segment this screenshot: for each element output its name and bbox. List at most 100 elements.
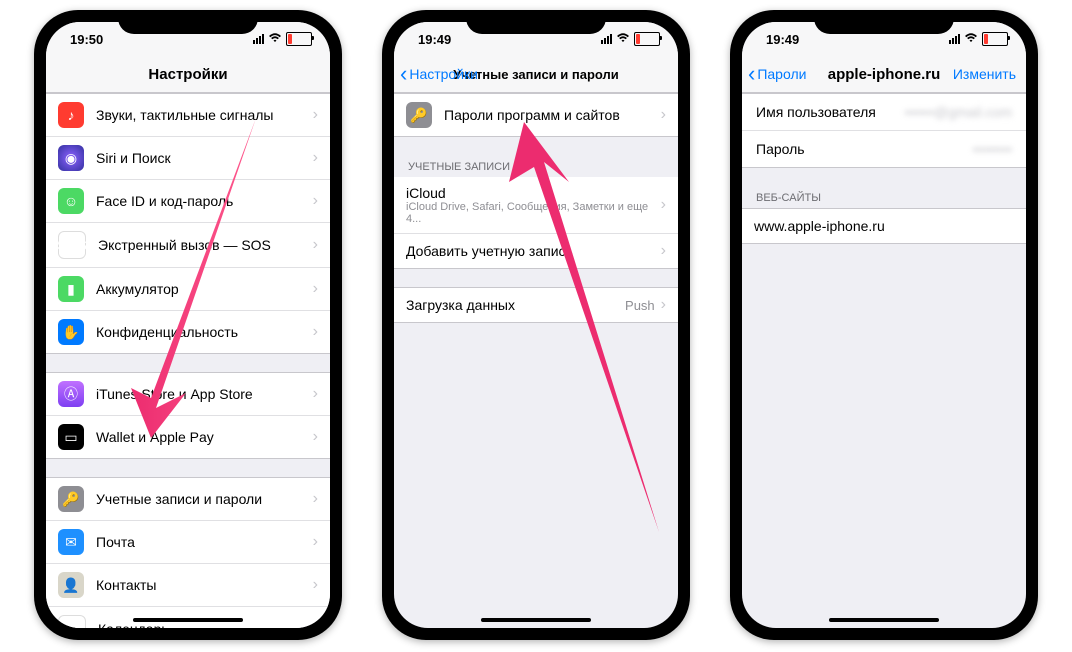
page-title: apple-iphone.ru — [828, 66, 941, 83]
wifi-icon — [964, 32, 978, 46]
settings-row[interactable]: ▮ Аккумулятор › — [46, 267, 330, 310]
row-label: Добавить учетную запись — [406, 243, 655, 259]
row-label: Почта — [96, 534, 307, 550]
row-website[interactable]: www.apple-iphone.ru — [742, 208, 1026, 244]
row-password[interactable]: Пароль •••••••• — [742, 130, 1026, 168]
chevron-right-icon: › — [313, 428, 318, 446]
settings-row[interactable]: ▭Wallet и Apple Pay› — [46, 415, 330, 459]
status-indicators — [949, 32, 1008, 46]
row-label: Wallet и Apple Pay — [96, 429, 307, 445]
row-label: Face ID и код-пароль — [96, 193, 307, 209]
status-indicators — [601, 32, 660, 46]
nav-bar: ‹ Настройки Учетные записи и пароли — [394, 56, 678, 93]
contacts-icon: 👤 — [58, 572, 84, 598]
nav-bar: Настройки — [46, 56, 330, 93]
home-indicator[interactable] — [133, 618, 243, 622]
row-detail: Push — [625, 298, 655, 313]
battery-icon — [982, 32, 1008, 46]
notch — [466, 10, 606, 34]
home-indicator[interactable] — [829, 618, 939, 622]
chevron-right-icon: › — [313, 280, 318, 298]
chevron-right-icon: › — [313, 192, 318, 210]
row-add-account[interactable]: Добавить учетную запись › — [394, 233, 678, 269]
status-time: 19:50 — [70, 32, 103, 47]
content: 🔑 Пароли программ и сайтов › УЧЕТНЫЕ ЗАП… — [394, 93, 678, 628]
chevron-right-icon: › — [313, 533, 318, 551]
row-label: Календарь — [98, 621, 307, 628]
chevron-right-icon: › — [661, 106, 666, 124]
notch — [814, 10, 954, 34]
row-label: Загрузка данных — [406, 297, 625, 313]
chevron-right-icon: › — [313, 106, 318, 124]
settings-list[interactable]: ♪Звуки, тактильные сигналы›◉Siri и Поиск… — [46, 93, 330, 628]
page-title: Настройки — [148, 66, 227, 83]
chevron-right-icon: › — [661, 242, 666, 260]
field-value: •••••••• — [813, 141, 1012, 157]
phone-password-detail: 19:49 ‹ Пароли apple-iphone.ru Изменить … — [730, 10, 1038, 640]
section-header-accounts: УЧЕТНЫЕ ЗАПИСИ — [394, 155, 678, 177]
phone-accounts: 19:49 ‹ Настройки Учетные записи и парол… — [382, 10, 690, 640]
back-label: Пароли — [757, 66, 806, 82]
chevron-right-icon: › — [313, 149, 318, 167]
chevron-right-icon: › — [313, 490, 318, 508]
row-app-site-passwords[interactable]: 🔑 Пароли программ и сайтов › — [394, 93, 678, 137]
green-icon: ☺ — [58, 188, 84, 214]
phone-settings: 19:50 Настройки ♪Звуки, тактильные сигна… — [34, 10, 342, 640]
chevron-right-icon: › — [313, 323, 318, 341]
row-label: Аккумулятор — [96, 281, 307, 297]
key-icon: 🔑 — [406, 102, 432, 128]
mail-icon: ✉ — [58, 529, 84, 555]
notch — [118, 10, 258, 34]
row-username[interactable]: Имя пользователя ••••••@gmail.com — [742, 93, 1026, 130]
settings-row[interactable]: 👤Контакты› — [46, 563, 330, 606]
cal-icon: 31 — [58, 615, 86, 628]
wifi-icon — [268, 32, 282, 46]
settings-row[interactable]: ✋Конфиденциальность› — [46, 310, 330, 354]
field-label: Пароль — [756, 141, 805, 157]
row-label: iCloud — [406, 185, 655, 201]
wifi-icon — [616, 32, 630, 46]
chevron-left-icon: ‹ — [748, 63, 755, 85]
battery-icon — [286, 32, 312, 46]
cellular-icon — [253, 34, 264, 44]
screen: 19:50 Настройки ♪Звуки, тактильные сигна… — [46, 22, 330, 628]
hand-icon: ✋ — [58, 319, 84, 345]
siri-icon: ◉ — [58, 145, 84, 171]
cellular-icon — [949, 34, 960, 44]
settings-row[interactable]: 31 Календарь › — [46, 606, 330, 628]
row-label: Звуки, тактильные сигналы — [96, 107, 307, 123]
screen: 19:49 ‹ Пароли apple-iphone.ru Изменить … — [742, 22, 1026, 628]
home-indicator[interactable] — [481, 618, 591, 622]
field-label: Имя пользователя — [756, 104, 876, 120]
settings-row[interactable]: 🔑 Учетные записи и пароли › — [46, 477, 330, 520]
back-button[interactable]: ‹ Настройки — [400, 63, 478, 85]
field-value: ••••••@gmail.com — [884, 104, 1012, 120]
batt-icon: ▮ — [58, 276, 84, 302]
itunes-icon: Ⓐ — [58, 381, 84, 407]
cellular-icon — [601, 34, 612, 44]
settings-row[interactable]: ◉Siri и Поиск› — [46, 136, 330, 179]
settings-row[interactable]: ♪Звуки, тактильные сигналы› — [46, 93, 330, 136]
sos-icon: SOS — [58, 231, 86, 259]
settings-row[interactable]: ⒶiTunes Store и App Store› — [46, 372, 330, 415]
chevron-left-icon: ‹ — [400, 63, 407, 85]
chevron-right-icon: › — [313, 620, 318, 628]
row-fetch-data[interactable]: Загрузка данных Push › — [394, 287, 678, 323]
battery-icon — [634, 32, 660, 46]
chevron-right-icon: › — [661, 196, 666, 214]
settings-row[interactable]: SOS Экстренный вызов — SOS › — [46, 222, 330, 267]
settings-row[interactable]: ✉ Почта › — [46, 520, 330, 563]
website-url: www.apple-iphone.ru — [754, 218, 1014, 234]
chevron-right-icon: › — [313, 236, 318, 254]
back-button[interactable]: ‹ Пароли — [748, 63, 806, 85]
screen: 19:49 ‹ Настройки Учетные записи и парол… — [394, 22, 678, 628]
settings-row[interactable]: ☺ Face ID и код-пароль › — [46, 179, 330, 222]
page-title: Учетные записи и пароли — [453, 67, 619, 82]
edit-button[interactable]: Изменить — [953, 66, 1016, 82]
key-icon: 🔑 — [58, 486, 84, 512]
status-indicators — [253, 32, 312, 46]
row-icloud-account[interactable]: iCloud iCloud Drive, Safari, Сообщения, … — [394, 177, 678, 233]
row-label: Экстренный вызов — SOS — [98, 237, 307, 253]
row-label: Учетные записи и пароли — [96, 491, 307, 507]
status-time: 19:49 — [766, 32, 799, 47]
